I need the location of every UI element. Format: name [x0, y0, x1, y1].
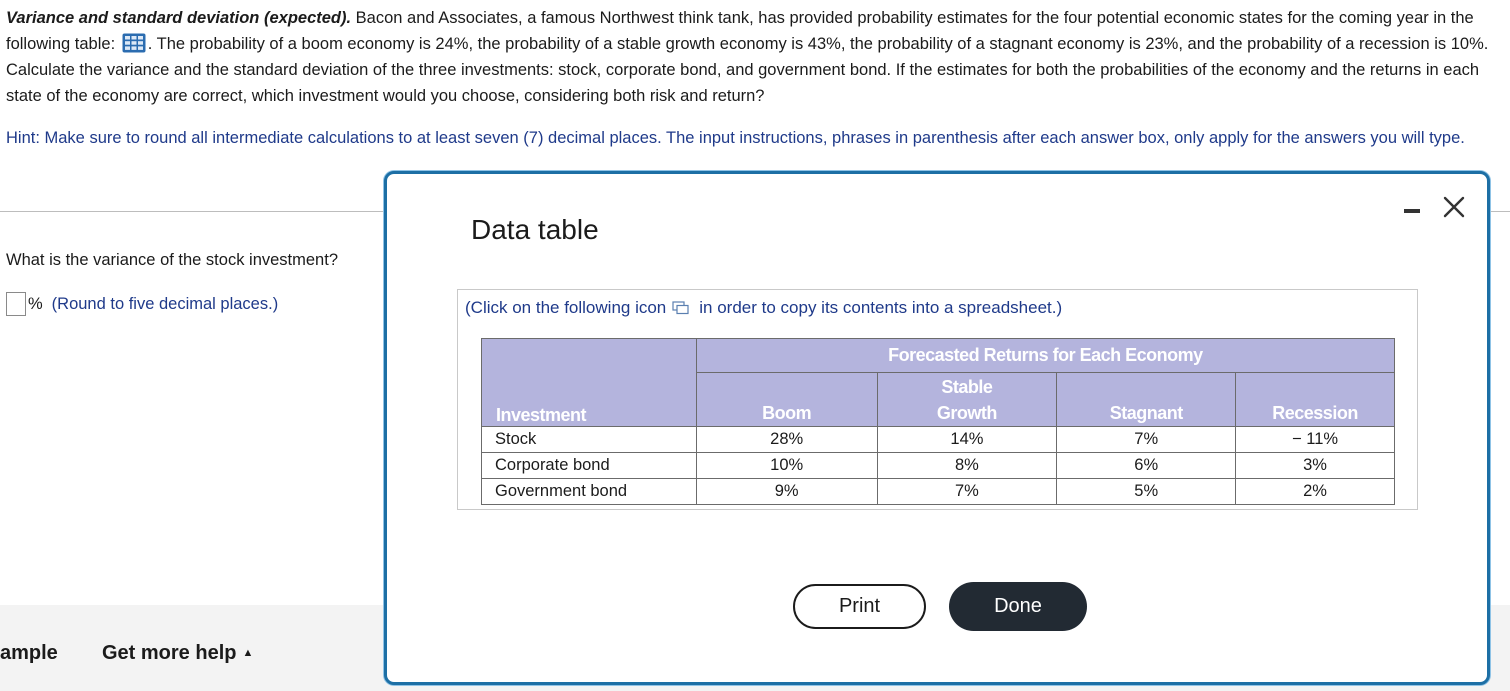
cell-stable-growth: 14% — [876, 426, 1058, 453]
row-name: Government bond — [481, 478, 697, 505]
problem-title: Variance and standard deviation (expecte… — [6, 9, 352, 27]
table-grid-icon[interactable] — [122, 33, 146, 53]
header-stable-line1: Stable — [941, 377, 993, 397]
header-forecasted-returns: Forecasted Returns for Each Economy — [695, 338, 1396, 373]
data-table-panel: (Click on the following icon in order to… — [457, 289, 1418, 510]
header-stagnant: Stagnant — [1056, 372, 1237, 427]
table-row: Government bond 9% 7% 5% 2% — [481, 478, 1395, 505]
copy-note-after: in order to copy its contents into a spr… — [699, 298, 1063, 317]
get-more-help-label: Get more help — [102, 642, 237, 664]
header-boom: Boom — [695, 372, 878, 427]
cell-boom: 10% — [695, 452, 878, 479]
table-row: Corporate bond 10% 8% 6% 3% — [481, 452, 1395, 479]
caret-up-icon: ▲ — [242, 647, 254, 659]
variance-answer-input[interactable] — [6, 292, 26, 316]
close-icon — [1443, 196, 1465, 218]
header-investment: Investment — [481, 338, 697, 427]
minimize-button[interactable] — [1401, 196, 1425, 220]
cell-recession: 2% — [1235, 478, 1395, 505]
header-stable-growth: Stable Growth — [876, 372, 1058, 427]
hint-text: Hint: Make sure to round all intermediat… — [6, 129, 1465, 147]
copy-note-before: (Click on the following icon — [465, 298, 667, 317]
table-row: Stock 28% 14% 7% − 11% — [481, 426, 1395, 453]
cell-stagnant: 7% — [1056, 426, 1237, 453]
print-button[interactable]: Print — [793, 584, 926, 629]
cell-recession: − 11% — [1235, 426, 1395, 453]
cell-stable-growth: 7% — [876, 478, 1058, 505]
view-example-button[interactable]: ample — [0, 642, 58, 665]
returns-table: Investment Forecasted Returns for Each E… — [481, 338, 1396, 505]
cell-stagnant: 6% — [1056, 452, 1237, 479]
minimize-icon — [1404, 209, 1420, 213]
header-recession: Recession — [1235, 372, 1395, 427]
cell-stagnant: 5% — [1056, 478, 1237, 505]
dialog-title: Data table — [471, 214, 599, 245]
cell-recession: 3% — [1235, 452, 1395, 479]
cell-boom: 9% — [695, 478, 878, 505]
data-table-dialog: Data table (Click on the following icon … — [384, 171, 1490, 685]
problem-statement: Variance and standard deviation (expecte… — [6, 5, 1496, 109]
done-button[interactable]: Done — [949, 582, 1087, 631]
copy-instruction: (Click on the following icon in order to… — [465, 298, 1062, 318]
question-text: What is the variance of the stock invest… — [6, 251, 338, 269]
get-more-help-button[interactable]: Get more help ▲ — [102, 642, 253, 665]
close-button[interactable] — [1441, 194, 1467, 220]
row-name: Corporate bond — [481, 452, 697, 479]
cell-boom: 28% — [695, 426, 878, 453]
row-name: Stock — [481, 426, 697, 453]
copy-to-spreadsheet-icon[interactable] — [672, 301, 690, 315]
problem-text-part2: . The probability of a boom economy is 2… — [6, 35, 1489, 105]
header-stable-line2: Growth — [936, 403, 998, 423]
answer-row: % (Round to five decimal places.) — [6, 292, 278, 316]
cell-stable-growth: 8% — [876, 452, 1058, 479]
problem-paragraph: Variance and standard deviation (expecte… — [6, 5, 1496, 109]
percent-unit: % — [28, 294, 43, 313]
round-instruction: (Round to five decimal places.) — [51, 294, 279, 313]
